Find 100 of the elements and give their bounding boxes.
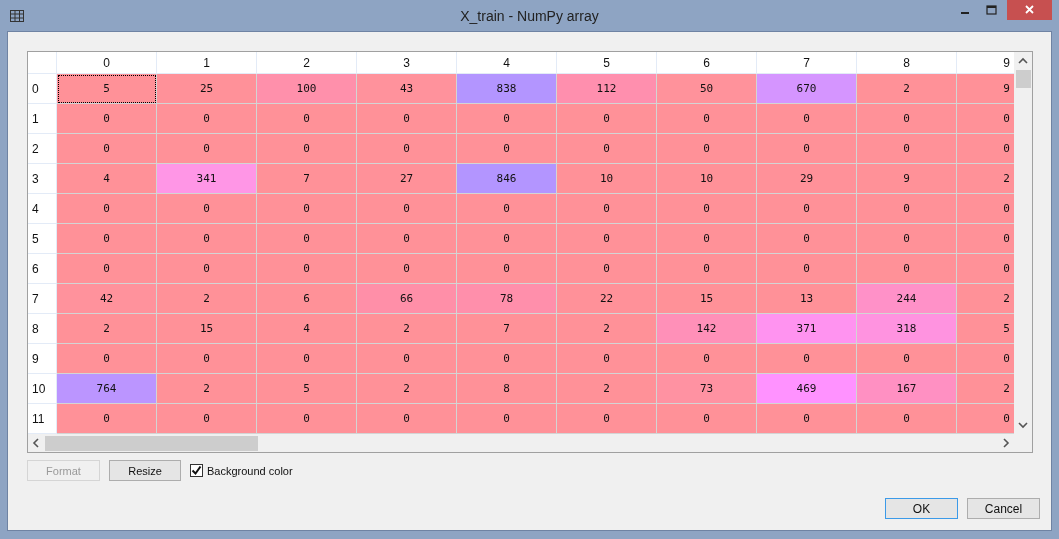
column-header[interactable]: 6 [657,52,757,74]
table-cell[interactable]: 50 [657,74,757,104]
table-cell[interactable]: 0 [357,344,457,374]
table-cell[interactable]: 27 [357,164,457,194]
table-cell[interactable]: 0 [57,404,157,434]
table-cell[interactable]: 670 [757,74,857,104]
table-cell[interactable]: 2 [57,314,157,344]
table-cell[interactable]: 0 [957,254,1014,284]
table-cell[interactable]: 0 [57,344,157,374]
table-cell[interactable]: 469 [757,374,857,404]
table-cell[interactable]: 0 [457,254,557,284]
table-cell[interactable]: 0 [757,254,857,284]
table-cell[interactable]: 0 [457,404,557,434]
table-cell[interactable]: 0 [657,404,757,434]
table-cell[interactable]: 8 [457,374,557,404]
table-cell[interactable]: 4 [57,164,157,194]
table-cell[interactable]: 0 [357,224,457,254]
table-cell[interactable]: 7 [457,314,557,344]
table-cell[interactable]: 9 [957,74,1014,104]
table-cell[interactable]: 2 [957,284,1014,314]
table-cell[interactable]: 341 [157,164,257,194]
table-cell[interactable]: 0 [757,134,857,164]
table-cell[interactable]: 764 [57,374,157,404]
table-cell[interactable]: 0 [57,134,157,164]
table-cell[interactable]: 2 [357,374,457,404]
table-cell[interactable]: 2 [557,314,657,344]
table-cell[interactable]: 0 [757,344,857,374]
table-cell[interactable]: 5 [257,374,357,404]
table-cell[interactable]: 0 [457,194,557,224]
table-cell[interactable]: 0 [157,194,257,224]
table-cell[interactable]: 15 [657,284,757,314]
scrollbar-thumb[interactable] [1015,70,1031,88]
table-cell[interactable]: 0 [657,194,757,224]
table-cell[interactable]: 0 [157,134,257,164]
table-cell[interactable]: 0 [657,254,757,284]
table-cell[interactable]: 371 [757,314,857,344]
row-header[interactable]: 9 [28,344,57,374]
table-cell[interactable]: 0 [357,404,457,434]
column-header[interactable]: 2 [257,52,357,74]
table-cell[interactable]: 7 [257,164,357,194]
vertical-scrollbar[interactable] [1014,52,1032,434]
table-cell[interactable]: 0 [457,134,557,164]
table-cell[interactable]: 0 [157,344,257,374]
row-header[interactable]: 0 [28,74,57,104]
column-header[interactable]: 3 [357,52,457,74]
column-header[interactable]: 0 [57,52,157,74]
table-cell[interactable]: 0 [557,224,657,254]
table-cell[interactable]: 0 [157,404,257,434]
row-header[interactable]: 5 [28,224,57,254]
resize-button[interactable]: Resize [109,460,181,481]
table-cell[interactable]: 2 [957,374,1014,404]
table-cell[interactable]: 0 [757,404,857,434]
scrollbar-thumb[interactable] [45,435,258,451]
close-button[interactable] [1007,0,1052,20]
table-cell[interactable]: 10 [557,164,657,194]
table-cell[interactable]: 0 [657,104,757,134]
table-cell[interactable]: 42 [57,284,157,314]
column-header[interactable]: 5 [557,52,657,74]
table-cell[interactable]: 2 [557,374,657,404]
row-header[interactable]: 8 [28,314,57,344]
table-cell[interactable]: 25 [157,74,257,104]
table-cell[interactable]: 142 [657,314,757,344]
table-cell[interactable]: 2 [857,74,957,104]
table-cell[interactable]: 15 [157,314,257,344]
table-cell[interactable]: 10 [657,164,757,194]
table-cell[interactable]: 0 [857,224,957,254]
row-header[interactable]: 4 [28,194,57,224]
table-cell[interactable]: 6 [257,284,357,314]
table-cell[interactable]: 0 [257,104,357,134]
table-cell[interactable]: 0 [957,344,1014,374]
table-cell[interactable]: 0 [857,194,957,224]
table-cell[interactable]: 2 [157,284,257,314]
row-header[interactable]: 1 [28,104,57,134]
table-cell[interactable]: 0 [857,104,957,134]
table-cell[interactable]: 112 [557,74,657,104]
table-cell[interactable]: 0 [257,194,357,224]
table-cell[interactable]: 0 [957,224,1014,254]
table-cell[interactable]: 244 [857,284,957,314]
column-header[interactable]: 4 [457,52,557,74]
table-cell[interactable]: 9 [857,164,957,194]
table-cell[interactable]: 838 [457,74,557,104]
table-cell[interactable]: 0 [857,344,957,374]
table-cell[interactable]: 0 [57,104,157,134]
table-cell[interactable]: 167 [857,374,957,404]
table-cell[interactable]: 0 [557,344,657,374]
table-cell[interactable]: 2 [357,314,457,344]
table-cell[interactable]: 2 [957,164,1014,194]
table-cell[interactable]: 0 [957,134,1014,164]
table-cell[interactable]: 0 [457,344,557,374]
table-cell[interactable]: 0 [557,194,657,224]
table-cell[interactable]: 0 [957,104,1014,134]
table-cell[interactable]: 29 [757,164,857,194]
table-cell[interactable]: 0 [57,254,157,284]
table-cell[interactable]: 0 [157,224,257,254]
table-cell[interactable]: 0 [557,404,657,434]
table-cell[interactable]: 73 [657,374,757,404]
table-cell[interactable]: 100 [257,74,357,104]
table-cell[interactable]: 0 [357,104,457,134]
row-header[interactable]: 3 [28,164,57,194]
table-cell[interactable]: 0 [457,104,557,134]
